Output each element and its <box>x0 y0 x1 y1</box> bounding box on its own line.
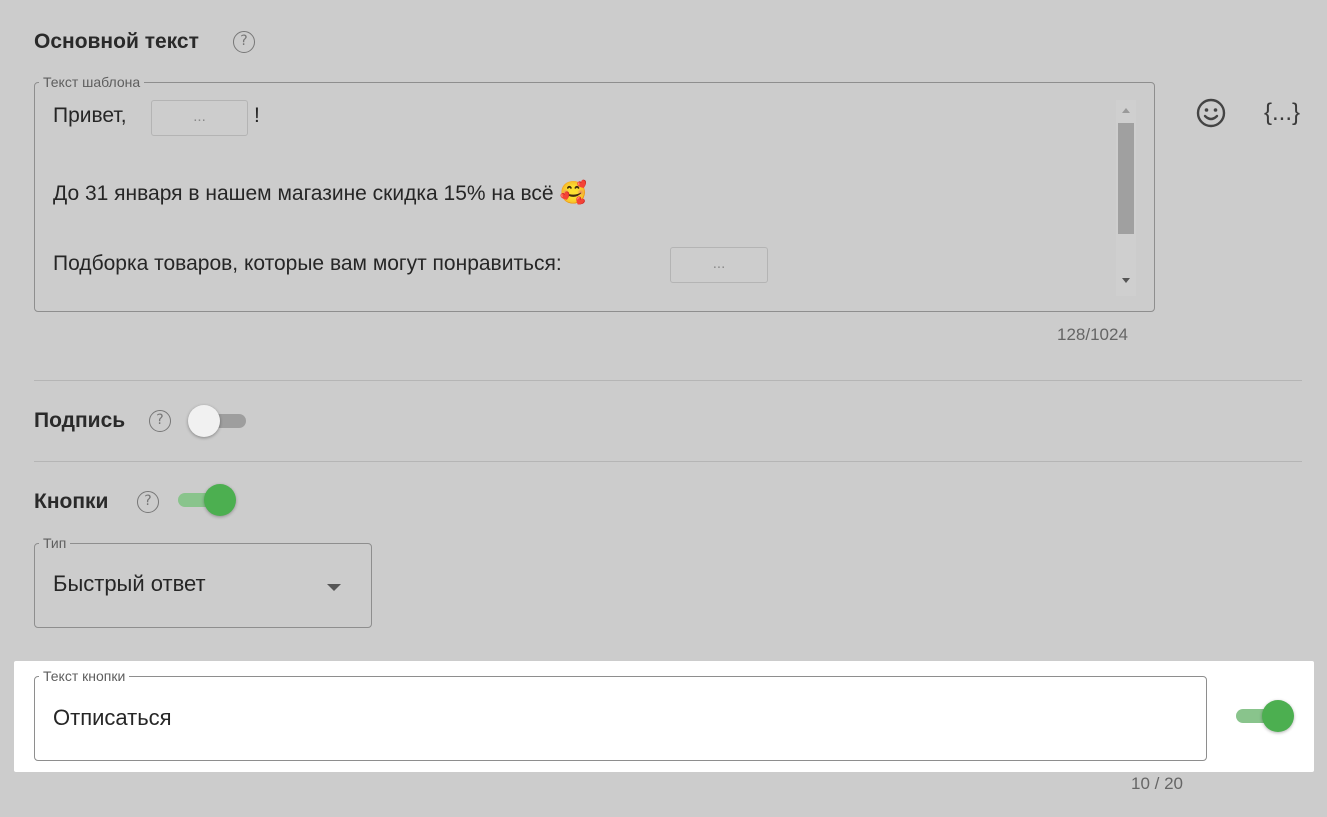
scroll-down-arrow-icon[interactable] <box>1122 278 1130 283</box>
buttons-help-icon[interactable]: ? <box>137 491 159 513</box>
divider <box>34 380 1302 381</box>
main-text-help-icon[interactable]: ? <box>233 31 255 53</box>
button-text-counter: 10 / 20 <box>1131 774 1183 793</box>
button-text-field[interactable]: Текст кнопки <box>34 669 1207 761</box>
scrollbar-thumb[interactable] <box>1118 123 1134 234</box>
template-line-3: Подборка товаров, которые вам могут понр… <box>53 252 562 275</box>
template-char-counter: 128/1024 <box>1057 325 1128 344</box>
signature-help-icon[interactable]: ? <box>149 410 171 432</box>
variable-chip-name[interactable]: ... <box>151 100 248 136</box>
insert-variable-icon[interactable]: {...} <box>1264 99 1300 127</box>
type-select-label: Тип <box>43 535 67 551</box>
button-toggle-knob <box>1262 700 1294 732</box>
greeting-suffix: ! <box>254 104 260 127</box>
variable-chip-products[interactable]: ... <box>670 247 768 283</box>
signature-toggle-knob <box>188 405 220 437</box>
smiley-icon[interactable] <box>1195 97 1227 129</box>
button-text-label: Текст кнопки <box>43 668 126 684</box>
discount-text: До 31 января в нашем магазине скидка 15%… <box>53 182 554 205</box>
chevron-down-icon[interactable] <box>327 584 341 591</box>
template-text-label: Текст шаблона <box>43 74 141 90</box>
template-line-2: До 31 января в нашем магазине скидка 15%… <box>53 180 587 206</box>
divider <box>34 461 1302 462</box>
button-enabled-toggle[interactable] <box>1234 699 1296 733</box>
template-line-1: Привет, <box>53 104 127 128</box>
smiling-hearts-emoji: 🥰 <box>559 180 587 205</box>
buttons-toggle[interactable] <box>176 483 238 517</box>
signature-toggle[interactable] <box>188 404 250 438</box>
greeting-text: Привет, <box>53 104 127 127</box>
buttons-toggle-knob <box>204 484 236 516</box>
type-select-value: Быстрый ответ <box>53 571 206 596</box>
scroll-up-arrow-icon[interactable] <box>1122 108 1130 113</box>
buttons-title: Кнопки <box>34 490 109 513</box>
button-text-input[interactable]: Отписаться <box>53 705 172 731</box>
signature-title: Подпись <box>34 409 126 432</box>
main-text-title: Основной текст <box>34 30 199 53</box>
